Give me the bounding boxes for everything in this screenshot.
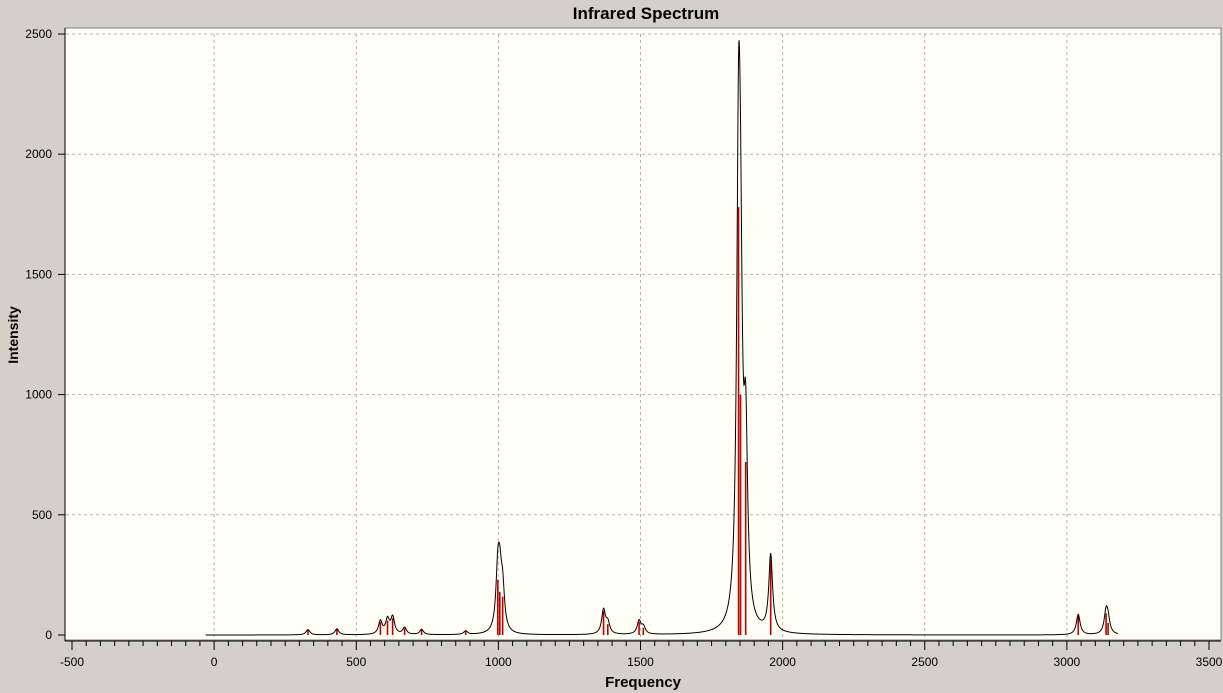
x-tick-label: 0 (211, 655, 218, 669)
y-tick-label: 0 (45, 628, 52, 642)
x-tick-label: 1000 (485, 655, 512, 669)
plot-area (64, 27, 1222, 641)
x-tick-label: 500 (346, 655, 366, 669)
x-tick-label: 2500 (911, 655, 938, 669)
x-axis-ticks: -500 0 500 1000 1500 2000 2500 3000 3500 (60, 641, 1223, 669)
x-axis-label: Frequency (605, 674, 682, 691)
y-axis-label: Intensity (5, 306, 21, 364)
y-axis-ticks: 0 500 1000 1500 2000 2500 (25, 27, 65, 642)
y-tick-label: 1500 (25, 267, 52, 281)
chart-window: Infrared Spectrum -500 0 500 1000 1500 2000 25… (5, 4, 1223, 691)
x-tick-label: 1500 (627, 655, 654, 669)
y-tick-label: 2500 (25, 27, 52, 41)
y-tick-label: 1000 (25, 388, 52, 402)
chart-title: Infrared Spectrum (573, 4, 719, 23)
x-tick-label: 2000 (769, 655, 796, 669)
y-tick-label: 500 (32, 508, 52, 522)
x-tick-label: 3000 (1054, 655, 1081, 669)
y-tick-label: 2000 (25, 147, 52, 161)
x-tick-label: 3500 (1196, 655, 1223, 669)
x-tick-label: -500 (60, 655, 84, 669)
